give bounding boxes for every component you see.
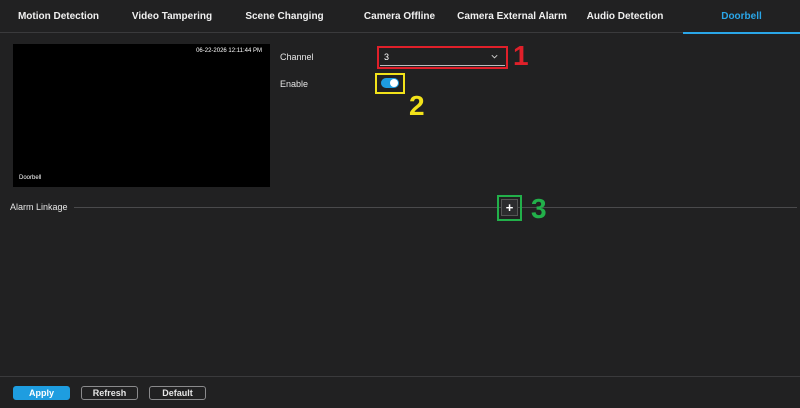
refresh-button[interactable]: Refresh xyxy=(81,386,138,400)
annotation-number-3: 3 xyxy=(531,193,547,224)
annotation-box-1 xyxy=(377,46,508,69)
tab-camera-external-alarm[interactable]: Camera External Alarm xyxy=(457,0,567,33)
channel-label: Channel xyxy=(280,52,314,62)
preview-timestamp: 06-22-2026 12:11:44 PM xyxy=(196,48,262,54)
annotation-number-2: 2 xyxy=(409,90,425,121)
annotation-box-2 xyxy=(375,73,405,94)
footer-divider xyxy=(0,376,800,377)
tab-scene-changing[interactable]: Scene Changing xyxy=(227,0,342,33)
annotation-box-3 xyxy=(497,195,522,221)
default-button[interactable]: Default xyxy=(149,386,206,400)
annotation-number-1: 1 xyxy=(513,40,529,71)
tab-camera-offline[interactable]: Camera Offline xyxy=(342,0,457,33)
tab-doorbell[interactable]: Doorbell xyxy=(683,0,800,34)
enable-label: Enable xyxy=(280,79,309,89)
preview-camera-name: Doorbell xyxy=(19,175,42,181)
alarm-linkage-label: Alarm Linkage xyxy=(10,202,68,212)
tab-video-tampering[interactable]: Video Tampering xyxy=(117,0,227,33)
tab-bar: Motion Detection Video Tampering Scene C… xyxy=(0,0,800,34)
video-preview: 06-22-2026 12:11:44 PM Doorbell xyxy=(13,44,270,187)
apply-button[interactable]: Apply xyxy=(13,386,70,400)
tab-motion-detection[interactable]: Motion Detection xyxy=(0,0,117,33)
tab-audio-detection[interactable]: Audio Detection xyxy=(567,0,683,33)
alarm-linkage-divider xyxy=(74,207,797,208)
